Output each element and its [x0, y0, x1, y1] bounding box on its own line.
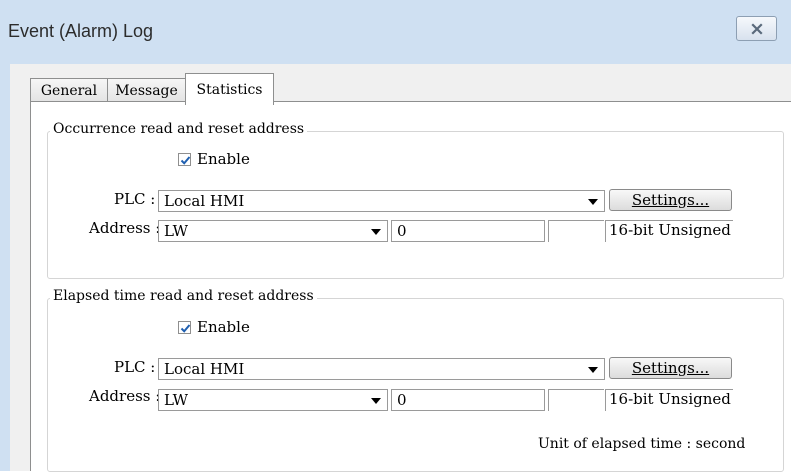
elapsed-unit-text: Unit of elapsed time : second: [538, 436, 746, 452]
chevron-down-icon: [588, 199, 598, 205]
tab-message[interactable]: Message: [107, 78, 186, 102]
elapsed-settings-label: Settings...: [631, 359, 710, 377]
window-title: Event (Alarm) Log: [8, 21, 154, 41]
occurrence-address-value: 0: [397, 222, 407, 240]
title-bar[interactable]: Event (Alarm) Log: [0, 0, 791, 64]
tab-general-label: General: [40, 82, 98, 99]
elapsed-legend: Elapsed time read and reset address: [50, 288, 317, 304]
elapsed-address-input[interactable]: 0: [391, 389, 545, 411]
checkmark-icon: [180, 324, 191, 333]
dialog-window: Event (Alarm) Log General Message Statis…: [0, 0, 791, 472]
checkmark-icon: [180, 156, 191, 165]
elapsed-enable-checkbox[interactable]: [178, 321, 191, 334]
occurrence-data-format: 16-bit Unsigned: [609, 221, 731, 239]
occurrence-plc-label: PLC :: [114, 190, 156, 208]
occurrence-plc-select[interactable]: Local HMI: [158, 190, 605, 212]
elapsed-format-box[interactable]: 16-bit Unsigned: [605, 389, 733, 411]
tab-general[interactable]: General: [30, 78, 108, 102]
elapsed-settings-button[interactable]: Settings...: [609, 357, 732, 379]
occurrence-settings-label: Settings...: [631, 191, 710, 209]
occurrence-address-extra[interactable]: [548, 220, 604, 242]
occurrence-plc-value: Local HMI: [164, 192, 245, 210]
occurrence-enable-checkbox[interactable]: [178, 153, 191, 166]
occurrence-enable-label: Enable: [197, 150, 250, 168]
tab-message-label: Message: [115, 82, 178, 99]
elapsed-device-select[interactable]: LW: [158, 389, 388, 411]
occurrence-address-input[interactable]: 0: [391, 220, 545, 242]
elapsed-enable-label: Enable: [197, 318, 250, 336]
close-button[interactable]: [736, 16, 777, 41]
elapsed-device-value: LW: [164, 391, 189, 409]
occurrence-device-value: LW: [164, 222, 189, 240]
occurrence-address-label: Address :: [89, 219, 161, 237]
tab-statistics-label: Statistics: [196, 81, 263, 98]
occurrence-legend: Occurrence read and reset address: [50, 121, 308, 137]
close-icon: [750, 22, 763, 35]
elapsed-plc-label: PLC :: [114, 358, 156, 376]
elapsed-data-format: 16-bit Unsigned: [609, 390, 731, 408]
elapsed-address-value: 0: [397, 391, 407, 409]
chevron-down-icon: [588, 367, 598, 373]
elapsed-plc-value: Local HMI: [164, 360, 245, 378]
elapsed-address-extra[interactable]: [548, 389, 604, 411]
occurrence-device-select[interactable]: LW: [158, 220, 388, 242]
occurrence-format-box[interactable]: 16-bit Unsigned: [605, 220, 733, 242]
chevron-down-icon: [371, 229, 381, 235]
elapsed-plc-select[interactable]: Local HMI: [158, 358, 605, 380]
occurrence-settings-button[interactable]: Settings...: [609, 189, 732, 211]
tab-panel-statistics: Occurrence read and reset address Enable…: [30, 101, 791, 472]
chevron-down-icon: [371, 398, 381, 404]
tab-statistics[interactable]: Statistics: [185, 73, 274, 105]
elapsed-address-label: Address :: [89, 387, 161, 405]
